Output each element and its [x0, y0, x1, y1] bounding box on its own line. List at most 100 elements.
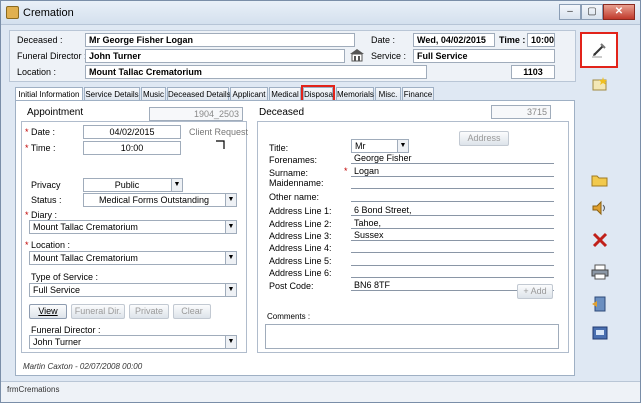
edit-button[interactable] [580, 32, 618, 68]
surname-field[interactable]: Logan [351, 165, 554, 177]
tab-memorials[interactable]: Memorials [336, 87, 374, 101]
header-location-label: Location : [17, 67, 57, 77]
close-button[interactable]: ✕ [603, 4, 635, 20]
private-button[interactable]: Private [129, 304, 169, 319]
address-line-3-field[interactable]: Sussex [351, 229, 554, 241]
address-line-1-label: Address Line 1: [269, 206, 332, 216]
funeral-home-icon[interactable] [349, 48, 365, 62]
minimize-button[interactable]: – [559, 4, 581, 20]
clear-button[interactable]: Clear [173, 304, 211, 319]
delete-icon [592, 232, 608, 248]
maidenname-field[interactable] [351, 177, 554, 189]
appointment-section-label: Appointment [27, 107, 84, 118]
address-line-5-label: Address Line 5: [269, 256, 332, 266]
view-button[interactable]: View [29, 304, 67, 319]
exit-button[interactable] [584, 291, 616, 317]
privacy-label: Privacy [31, 180, 61, 190]
tab-deceased-details[interactable]: Deceased Details [167, 87, 231, 101]
app-icon [6, 6, 19, 19]
deceased-number: 3715 [491, 105, 551, 119]
printer-icon [591, 264, 609, 280]
comments-field[interactable] [265, 324, 559, 349]
speaker-icon [592, 200, 605, 216]
tab-applicant[interactable]: Applicant [230, 87, 268, 101]
folder-icon [591, 175, 608, 187]
tab-music[interactable]: Music [141, 87, 166, 101]
open-button[interactable] [584, 167, 616, 193]
appointment-time-field[interactable]: 10:00 [83, 141, 181, 155]
header-date-field[interactable]: Wed, 04/02/2015 [413, 33, 495, 47]
address-line-6-field[interactable] [351, 266, 554, 278]
chevron-down-icon: ▼ [225, 194, 236, 206]
forenames-field[interactable]: George Fisher [351, 152, 554, 164]
funeral-director-select[interactable]: John Turner ▼ [29, 335, 237, 349]
post-code-label: Post Code: [269, 281, 314, 291]
print-button[interactable] [584, 259, 616, 285]
header-deceased-label: Deceased : [17, 35, 63, 45]
status-label: Status : [31, 195, 62, 205]
tab-misc[interactable]: Misc. [375, 87, 401, 101]
chevron-down-icon: ▼ [225, 284, 236, 296]
client-request-label: Client Request [189, 127, 249, 137]
privacy-select[interactable]: Public ▼ [83, 178, 183, 192]
title-select[interactable]: Mr ▼ [351, 139, 409, 153]
diary-label: * Diary : [25, 210, 58, 220]
address-line-2-label: Address Line 2: [269, 219, 332, 229]
maidenname-label: Maidenname: [269, 178, 324, 188]
cremation-window: Cremation – ▢ ✕ Deceased : Mr George Fis… [0, 0, 641, 403]
header-service-field[interactable]: Full Service [413, 49, 555, 63]
funeral-dir-button[interactable]: Funeral Dir. [71, 304, 125, 319]
header-date-label: Date : [371, 35, 396, 45]
address-line-6-label: Address Line 6: [269, 268, 332, 278]
diary-value: Mount Tallac Crematorium [33, 222, 138, 232]
title-bar[interactable]: Cremation – ▢ ✕ [1, 1, 640, 25]
tab-medical[interactable]: Medical [269, 87, 301, 101]
type-of-service-select[interactable]: Full Service ▼ [29, 283, 237, 297]
address-line-4-label: Address Line 4: [269, 243, 332, 253]
tab-finance[interactable]: Finance [402, 87, 434, 101]
location-value: Mount Tallac Crematorium [33, 253, 138, 263]
title-value: Mr [355, 141, 366, 151]
surname-label: Surname: [269, 168, 309, 178]
address-line-4-field[interactable] [351, 241, 554, 253]
record-number: 1103 [511, 65, 555, 79]
save-screen-icon [592, 326, 608, 340]
appointment-time-label: * Time : [25, 143, 56, 153]
new-record-icon [592, 77, 607, 91]
location-label: * Location : [25, 240, 71, 250]
forenames-label: Forenames: [269, 155, 318, 165]
deceased-section-label: Deceased [259, 107, 305, 118]
new-record-button[interactable] [584, 71, 616, 97]
form-name: frmCremations [7, 385, 60, 394]
address-button[interactable]: Address [459, 131, 509, 146]
address-line-5-field[interactable] [351, 254, 554, 266]
chevron-down-icon: ▼ [397, 140, 408, 152]
address-line-3-label: Address Line 3: [269, 231, 332, 241]
status-bar: frmCremations [1, 381, 640, 402]
diary-select[interactable]: Mount Tallac Crematorium ▼ [29, 220, 237, 234]
delete-button[interactable] [584, 227, 616, 253]
header-funeral-director-field[interactable]: John Turner [85, 49, 345, 63]
music-button[interactable] [584, 195, 616, 221]
other-name-label: Other name: [269, 192, 320, 202]
save-screen-button[interactable] [584, 321, 616, 347]
audit-trail: Martin Caxton - 02/07/2008 00:00 [23, 362, 143, 371]
client-request-checkbox[interactable] [215, 140, 225, 150]
header-time-field[interactable]: 10:00 [527, 33, 555, 47]
address-line-1-field[interactable]: 6 Bond Street, [351, 204, 554, 216]
surname-required-marker: * [344, 166, 348, 176]
chevron-down-icon: ▼ [225, 336, 236, 348]
address-line-2-field[interactable]: Tahoe, [351, 217, 554, 229]
header-location-field[interactable]: Mount Tallac Crematorium [85, 65, 427, 79]
status-select[interactable]: Medical Forms Outstanding ▼ [83, 193, 237, 207]
title-label: Title: [269, 143, 289, 153]
tab-service-details[interactable]: Service Details [84, 87, 140, 101]
add-button[interactable]: + Add [517, 284, 553, 299]
location-select[interactable]: Mount Tallac Crematorium ▼ [29, 251, 237, 265]
header-deceased-field[interactable]: Mr George Fisher Logan [85, 33, 355, 47]
appointment-date-field[interactable]: 04/02/2015 [83, 125, 181, 139]
tab-disposal[interactable]: Disposal [301, 85, 335, 103]
other-name-field[interactable] [351, 190, 554, 202]
restore-button[interactable]: ▢ [581, 4, 603, 20]
appointment-number: 1904_2503 [149, 107, 243, 121]
